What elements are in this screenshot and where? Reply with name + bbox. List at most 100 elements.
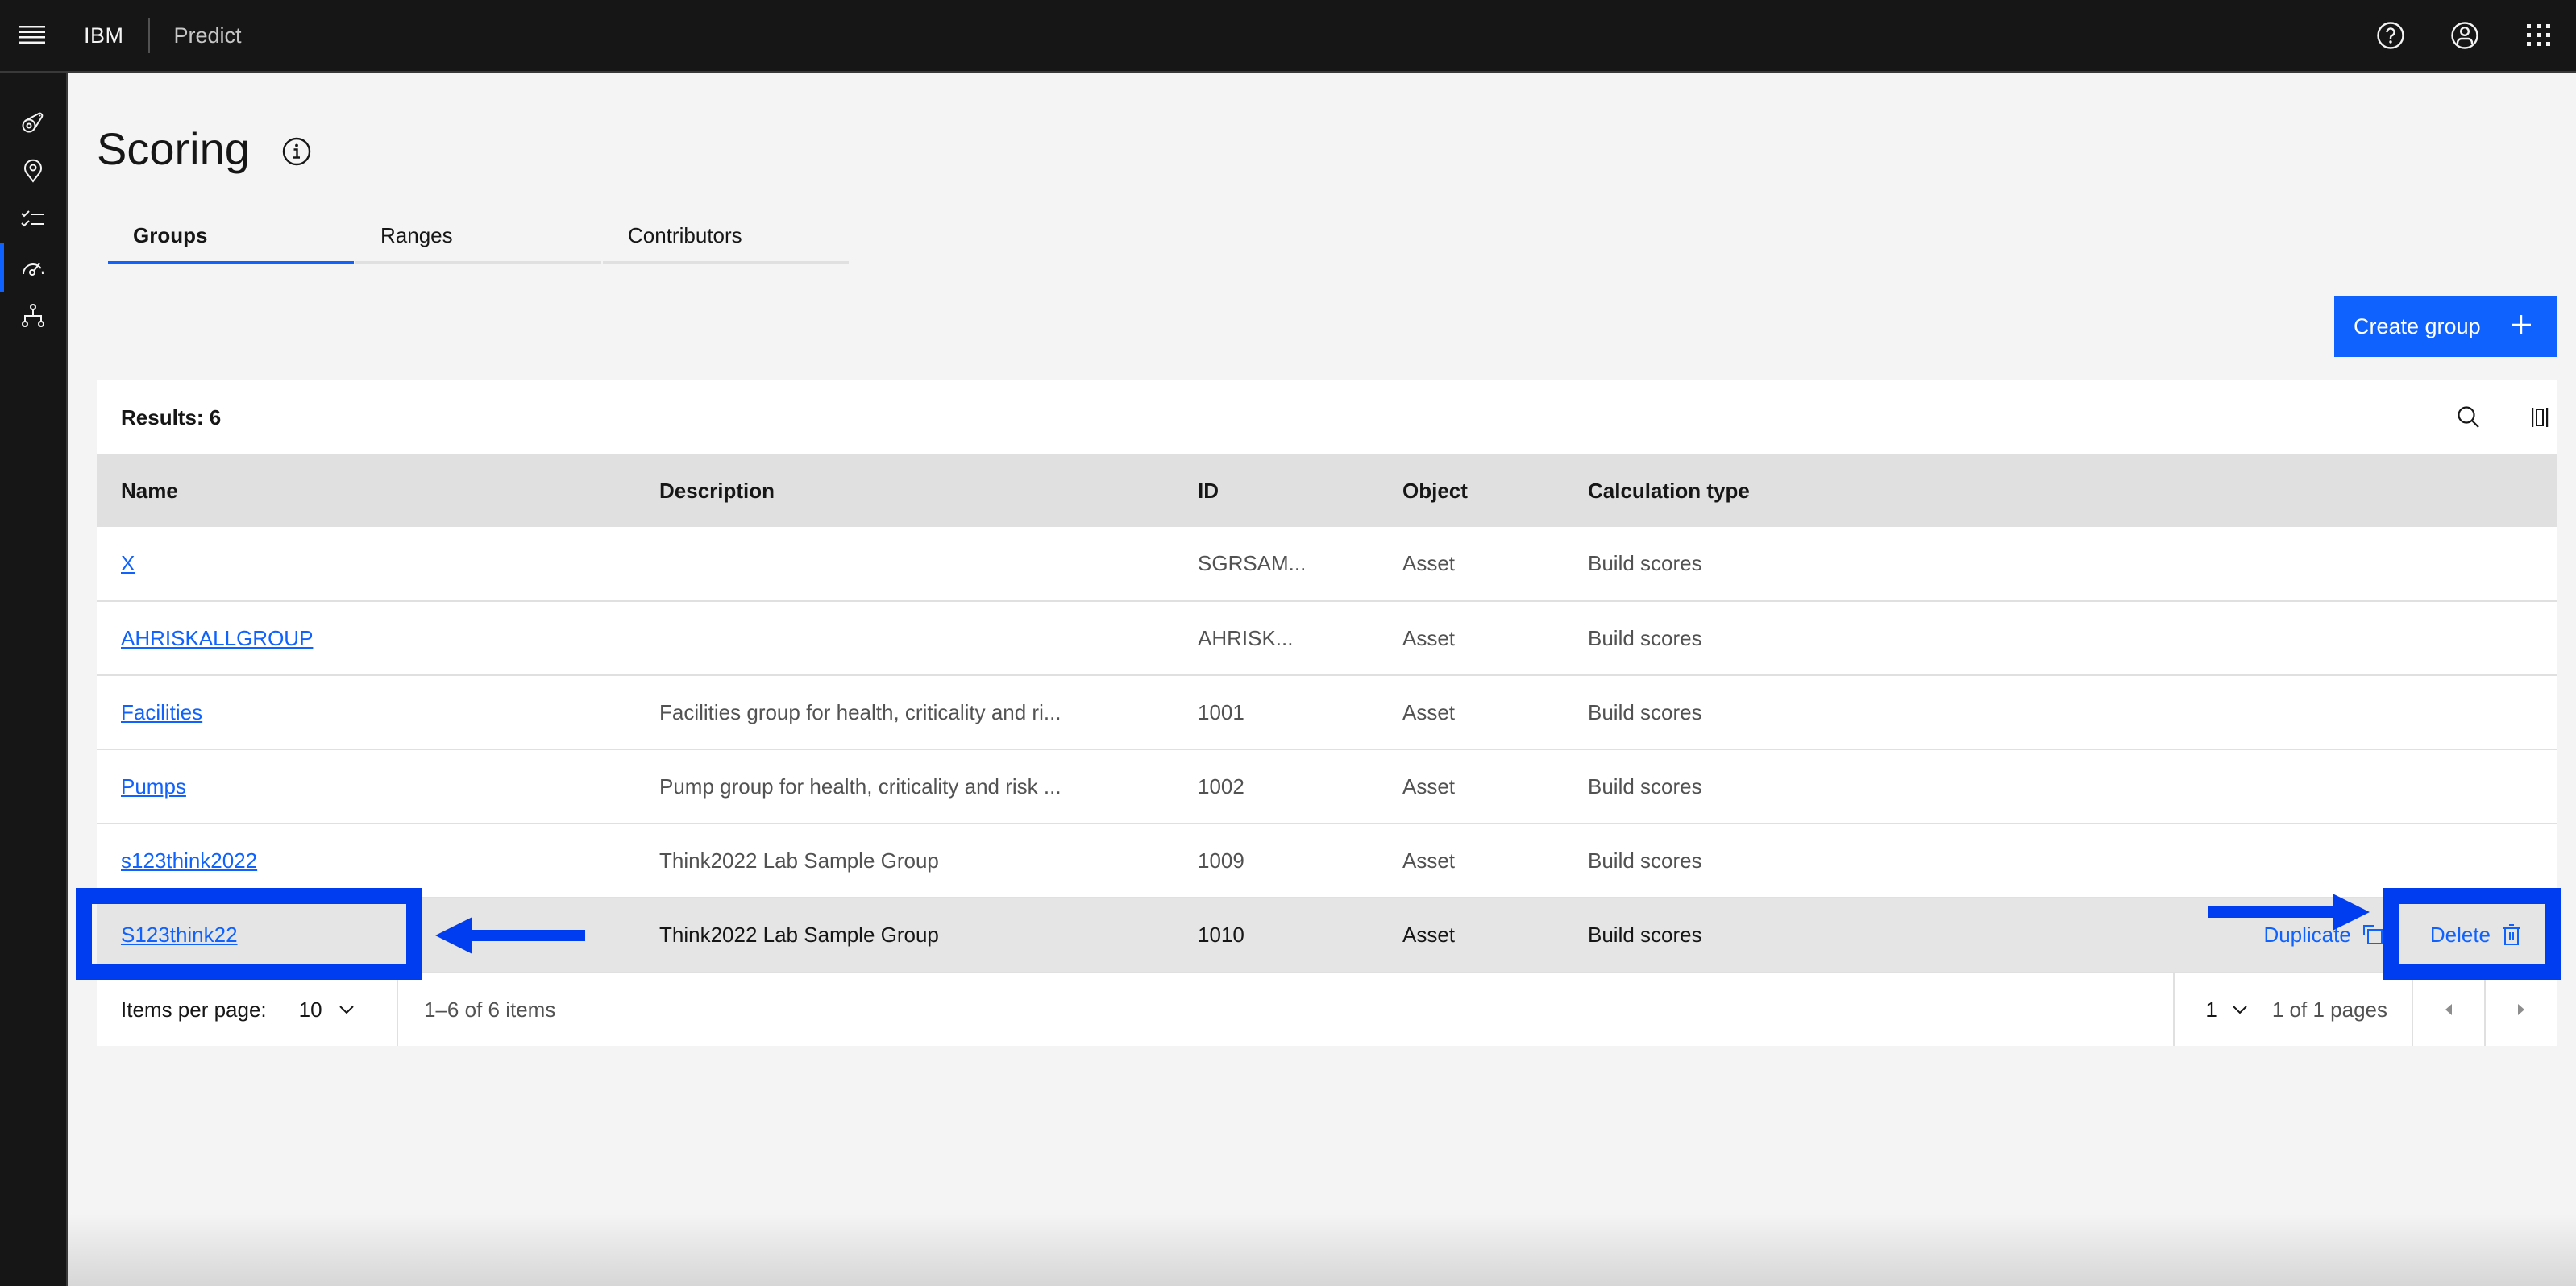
column-settings-button[interactable] [2518, 395, 2563, 440]
nav-item-checklist[interactable] [0, 195, 66, 243]
nav-item-hierarchy[interactable] [0, 292, 66, 340]
items-per-page-select[interactable]: 10 [299, 998, 355, 1023]
cell-calculation-type: Build scores [1588, 774, 1702, 799]
table-header-row: Name Description ID Object Calculation t… [97, 454, 2557, 527]
bottom-shadow [68, 1213, 2576, 1286]
table-row[interactable]: AHRISKALLGROUP AHRISK... Asset Build sco… [97, 601, 2557, 675]
add-icon [2512, 315, 2531, 334]
cell-object: Asset [1402, 923, 1456, 947]
column-header-name[interactable]: Name [97, 454, 635, 527]
cell-calculation-type: Build scores [1588, 699, 1702, 724]
caret-right-icon [2518, 1004, 2524, 1015]
app-switcher-button[interactable] [2502, 0, 2576, 71]
cell-object: Asset [1402, 625, 1456, 650]
app-switcher-icon [2527, 24, 2550, 46]
cell-calculation-type-text: Build scores [1588, 923, 1702, 947]
cell-description: Think2022 Lab Sample Group [659, 848, 939, 873]
location-icon [24, 159, 42, 183]
user-profile-button[interactable] [2428, 0, 2502, 71]
groups-table: Name Description ID Object Calculation t… [97, 454, 2557, 972]
previous-page-button[interactable] [2412, 973, 2484, 1046]
table-row[interactable]: s123think2022 Think2022 Lab Sample Group… [97, 823, 2557, 898]
tab-groups[interactable]: Groups [108, 209, 354, 264]
cell-object: Asset [1402, 848, 1456, 873]
nav-item-assets[interactable] [0, 98, 66, 147]
annotation-highlight-name [76, 888, 422, 980]
column-header-calculation-type[interactable]: Calculation type [1564, 454, 2557, 527]
annotation-arrow-left-icon [435, 917, 585, 954]
create-group-label: Create group [2354, 313, 2481, 338]
tab-ranges[interactable]: Ranges [355, 209, 601, 264]
column-header-id[interactable]: ID [1174, 454, 1378, 527]
cell-object: Asset [1402, 774, 1456, 799]
column-header-description[interactable]: Description [635, 454, 1174, 527]
cell-description: Facilities group for health, criticality… [659, 699, 1062, 724]
cell-object: Asset [1402, 699, 1456, 724]
side-navigation [0, 73, 68, 1286]
cell-calculation-type: Build scores [1588, 848, 1702, 873]
current-page: 1 [2205, 997, 2217, 1022]
brand-name[interactable]: IBM [84, 23, 124, 48]
user-avatar-icon [2451, 22, 2478, 49]
group-name-link[interactable]: X [121, 551, 135, 575]
cell-id: 1001 [1198, 699, 1244, 724]
page-count: 1 of 1 pages [2271, 997, 2387, 1022]
cell-object: Asset [1402, 551, 1456, 575]
cell-description: Pump group for health, criticality and r… [659, 774, 1062, 799]
hierarchy-icon [22, 304, 44, 327]
table-search-button[interactable] [2446, 395, 2491, 440]
hamburger-menu-icon [19, 26, 45, 44]
cell-id: AHRISK... [1198, 625, 1294, 650]
help-button[interactable] [2354, 0, 2428, 71]
meter-icon [23, 263, 44, 276]
table-toolbar: Results: 6 [97, 380, 2557, 454]
help-icon [2377, 22, 2404, 49]
table-row[interactable]: Pumps Pump group for health, criticality… [97, 749, 2557, 823]
checklist-icon [21, 210, 44, 227]
main-content: Scoring Groups Ranges Contributors Creat… [68, 74, 2576, 1286]
items-per-page-value: 10 [298, 997, 322, 1022]
annotation-highlight-delete [2383, 888, 2561, 980]
pagination: Items per page: 10 1–6 of 6 items 1 1 of… [97, 972, 2557, 1046]
chevron-down-icon [2233, 1006, 2247, 1014]
caret-left-icon [2445, 1004, 2452, 1015]
nav-item-locations[interactable] [0, 147, 66, 195]
column-header-object[interactable]: Object [1378, 454, 1564, 527]
cell-id: SGRSAM... [1198, 551, 1307, 575]
annotation-arrow-right-icon [2208, 894, 2370, 931]
create-group-button[interactable]: Create group [2334, 296, 2557, 357]
cell-description: Think2022 Lab Sample Group [659, 923, 939, 947]
page-number-select[interactable]: 1 [2205, 998, 2247, 1023]
menu-button[interactable] [0, 0, 64, 71]
group-name-link[interactable]: s123think2022 [121, 848, 257, 873]
info-button[interactable] [280, 135, 313, 168]
items-per-page-label: Items per page: [121, 997, 267, 1022]
cell-description [635, 601, 1174, 675]
brand-divider [147, 18, 150, 53]
column-settings-icon [2532, 408, 2549, 427]
table-row[interactable]: Facilities Facilities group for health, … [97, 675, 2557, 749]
tab-list: Groups Ranges Contributors [108, 209, 850, 264]
nav-item-scoring[interactable] [0, 243, 66, 292]
tab-contributors[interactable]: Contributors [603, 209, 849, 264]
search-icon [2458, 406, 2479, 428]
cell-id: 1002 [1198, 774, 1244, 799]
next-page-button[interactable] [2484, 973, 2557, 1046]
product-name: Predict [173, 23, 242, 48]
results-count: Results: 6 [121, 404, 222, 429]
top-header: IBM Predict [0, 0, 2576, 73]
cell-id: 1009 [1198, 848, 1244, 873]
information-icon [282, 137, 311, 166]
cell-calculation-type: Build scores [1588, 551, 1702, 575]
chevron-down-icon [339, 1006, 354, 1014]
item-range: 1–6 of 6 items [424, 997, 556, 1022]
table-row[interactable]: X SGRSAM... Asset Build scores [97, 527, 2557, 601]
group-name-link[interactable]: Facilities [121, 700, 202, 724]
cell-id: 1010 [1198, 923, 1244, 947]
header-actions [2354, 0, 2576, 71]
cell-description [635, 527, 1174, 601]
group-name-link[interactable]: AHRISKALLGROUP [121, 626, 313, 650]
cell-calculation-type: Build scores [1588, 625, 1702, 650]
page-title: Scoring [97, 123, 250, 174]
group-name-link[interactable]: Pumps [121, 774, 186, 799]
